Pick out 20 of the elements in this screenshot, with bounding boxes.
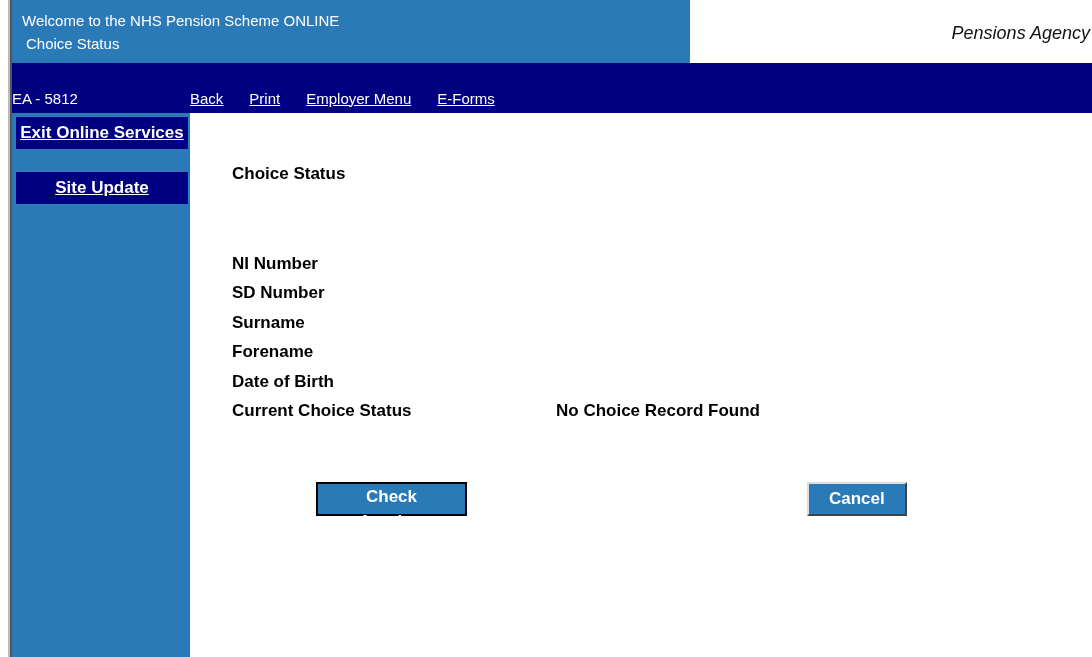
sidebar-link[interactable]: Site Update [16, 172, 188, 204]
page-title: Choice Status [25, 34, 121, 54]
field-label: Date of Birth [232, 370, 335, 393]
sidebar-link[interactable]: Exit Online Services [16, 117, 188, 149]
field-label: SD Number [232, 282, 326, 304]
nav-link[interactable]: Back [190, 87, 224, 110]
field-label: Surname [232, 311, 306, 334]
nav-link[interactable]: Print [249, 87, 281, 110]
section-heading: Choice Status [232, 163, 347, 185]
nav-link[interactable]: Employer Menu [306, 87, 412, 110]
nav-link[interactable]: E-Forms [437, 87, 495, 110]
field-label: NI Number [232, 252, 319, 275]
field-label: Forename [232, 341, 315, 363]
employer-code: EA - 5812 [12, 88, 79, 109]
welcome-text: Welcome to the NHS Pension Scheme ONLINE [22, 11, 341, 31]
agency-name: Pensions Agency [951, 22, 1090, 45]
field-value: No Choice Record Found [556, 400, 760, 422]
field-label: Current Choice Status [232, 400, 413, 422]
cancel-button[interactable]: Cancel [807, 481, 907, 516]
check-another-button[interactable]: Check [316, 481, 467, 516]
